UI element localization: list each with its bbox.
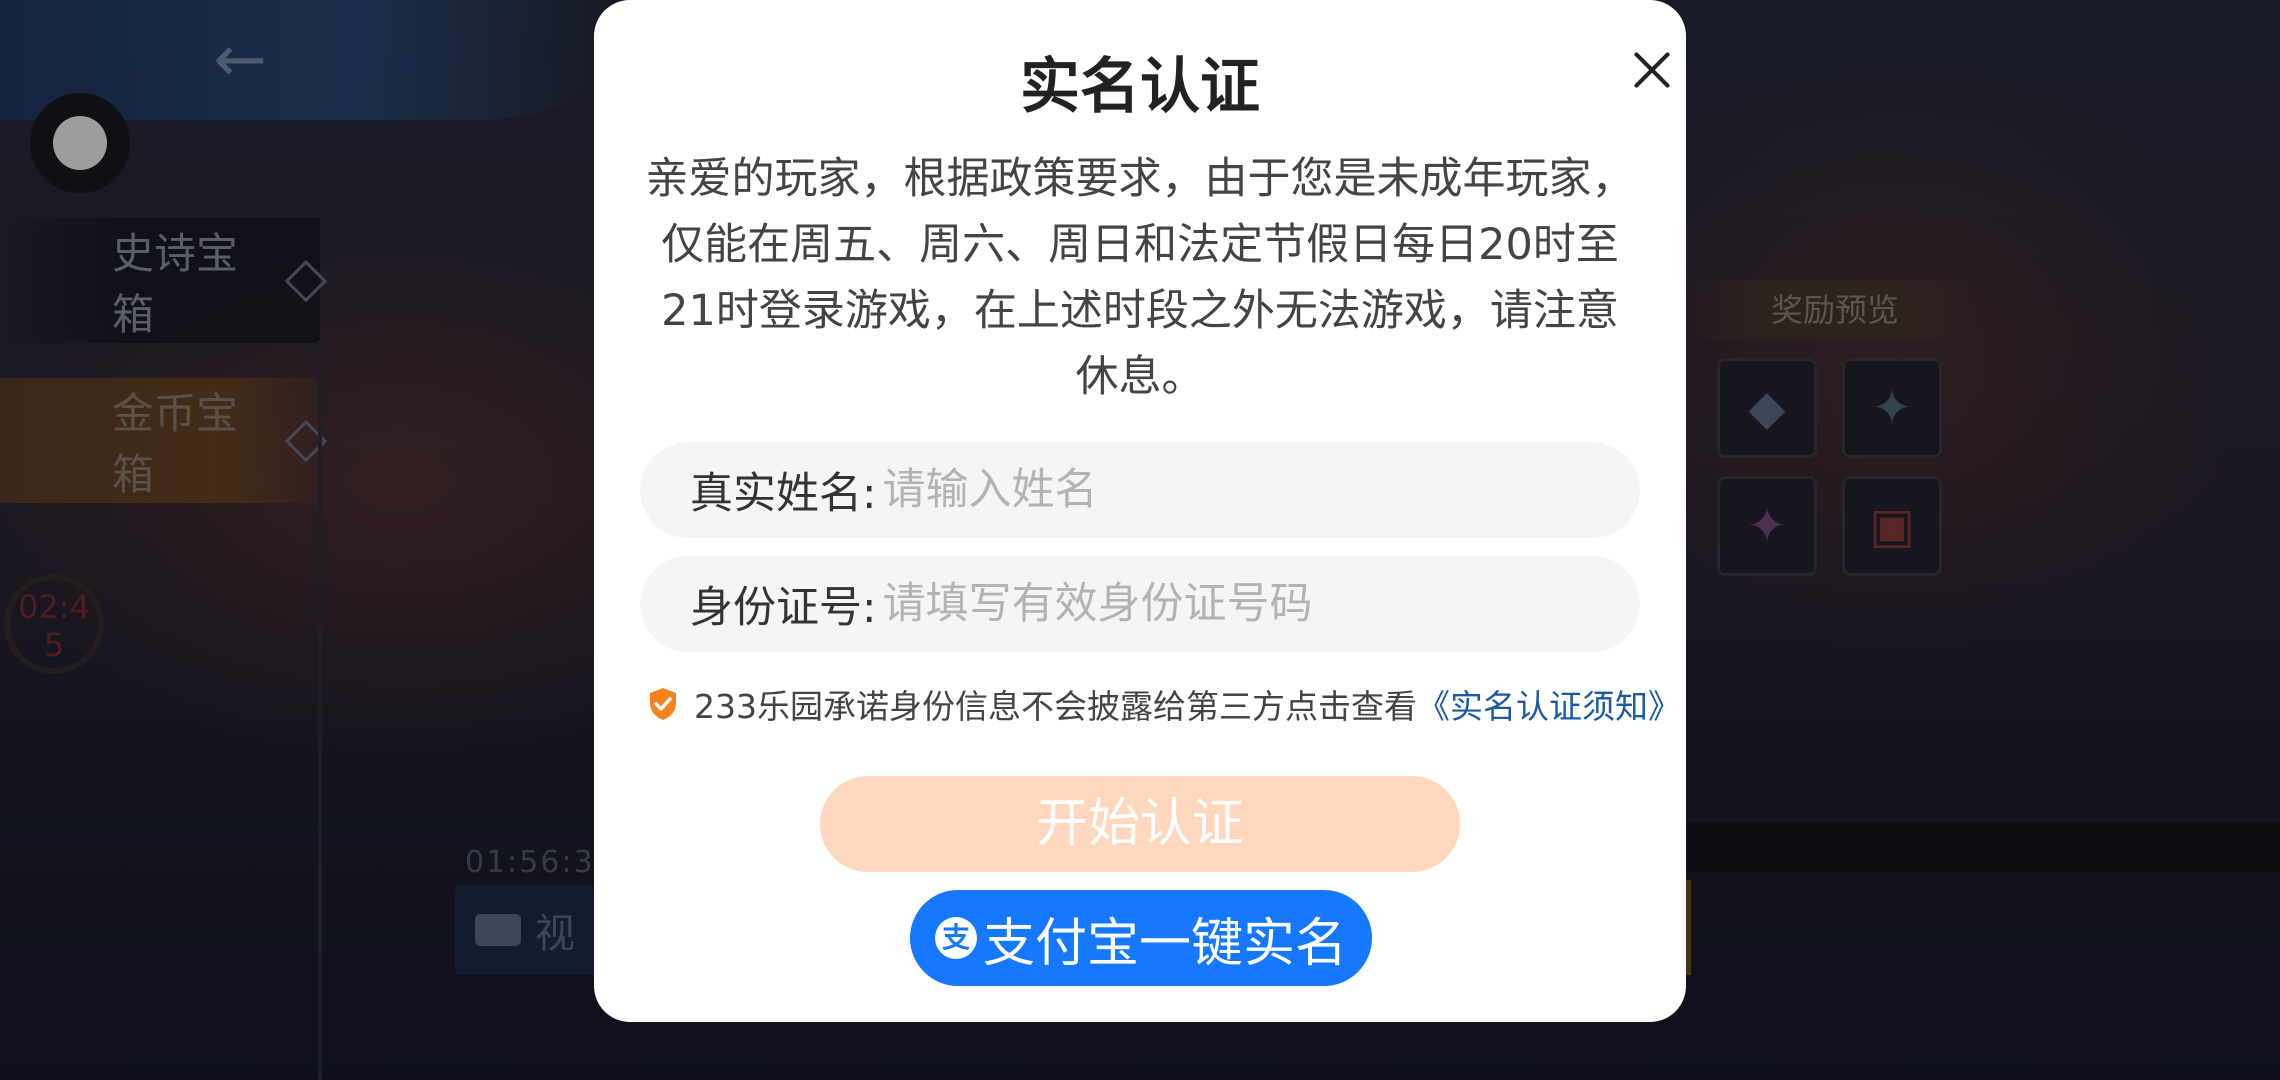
close-icon[interactable] (1624, 42, 1680, 98)
id-number-input[interactable] (876, 579, 1517, 629)
minor-playtime-notice: 亲爱的玩家，根据政策要求，由于您是未成年玩家，仅能在周五、周六、周日和法定节假日… (645, 154, 1635, 402)
verification-terms-link[interactable]: 《实名认证须知》 (1417, 680, 1681, 728)
shield-check-icon (650, 688, 676, 720)
real-name-input[interactable] (876, 465, 1517, 515)
alipay-button-label: 支付宝一键实名 (982, 913, 1347, 974)
alipay-one-click-verify-button[interactable]: 支 支付宝一键实名 (910, 890, 1372, 986)
real-name-field[interactable]: 真实姓名: (640, 442, 1640, 538)
privacy-text: 233乐园承诺身份信息不会披露给第三方点击查看 (694, 687, 1417, 726)
id-number-label: 身份证号: (690, 583, 877, 633)
start-verification-button[interactable]: 开始认证 (820, 776, 1460, 872)
real-name-verification-dialog: 实名认证 亲爱的玩家，根据政策要求，由于您是未成年玩家，仅能在周五、周六、周日和… (594, 0, 1686, 1022)
privacy-notice: 233乐园承诺身份信息不会披露给第三方点击查看 《实名认证须知》 (648, 680, 1688, 728)
id-number-field[interactable]: 身份证号: (640, 556, 1640, 652)
dialog-title: 实名认证 (1020, 52, 1260, 122)
alipay-icon: 支 (934, 917, 977, 959)
real-name-label: 真实姓名: (690, 469, 877, 519)
